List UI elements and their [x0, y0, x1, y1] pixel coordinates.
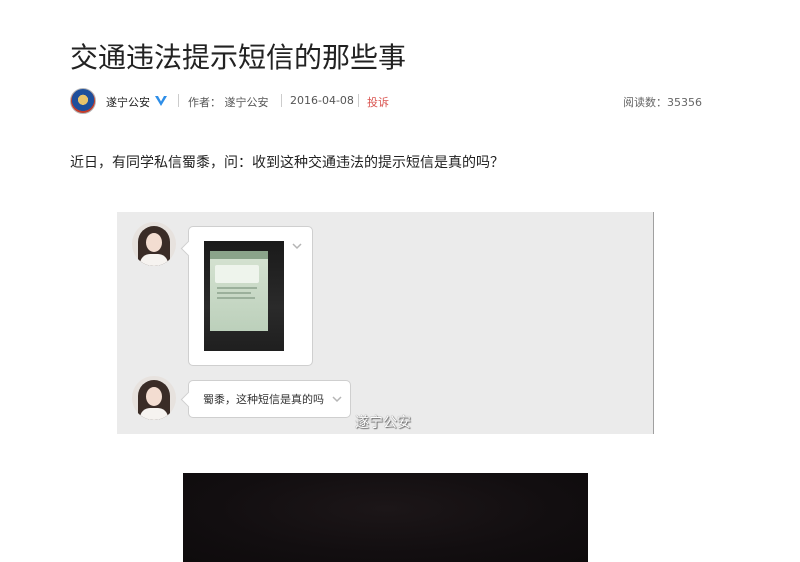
complain-link[interactable]: 投诉: [367, 94, 389, 110]
divider: [178, 94, 179, 107]
chevron-down-icon[interactable]: [292, 241, 302, 251]
image-message-bubble[interactable]: [180, 226, 313, 366]
avatar: [132, 222, 176, 266]
message-text: 蜀黍，这种短信是真的吗: [203, 393, 324, 406]
text-message-bubble[interactable]: 蜀黍，这种短信是真的吗: [180, 380, 351, 418]
article-intro: 近日，有同学私信蜀黍，问：收到这种交通违法的提示短信是真的吗？: [70, 155, 504, 171]
photo-thumbnail[interactable]: [204, 241, 284, 351]
verified-badge-icon: [155, 96, 167, 106]
publish-date: 2016-04-08: [290, 94, 354, 107]
divider: [281, 94, 282, 107]
view-count: 阅读数：35356: [623, 96, 702, 109]
article-meta: 遂宁公安 作者： 遂宁公安 2016-04-08 投诉 阅读数：35356: [70, 88, 702, 116]
article-image: [183, 473, 588, 562]
author-logo[interactable]: [70, 88, 96, 114]
phone-screen-image: [210, 251, 268, 331]
divider: [358, 94, 359, 107]
article-title: 交通违法提示短信的那些事: [70, 41, 407, 74]
watermark-text: 遂宁公安: [355, 415, 411, 431]
chat-screenshot: 蜀黍，这种短信是真的吗 遂宁公安: [117, 212, 654, 434]
byline: 作者： 遂宁公安: [188, 96, 269, 109]
avatar: [132, 376, 176, 420]
author-name-link[interactable]: 遂宁公安: [106, 94, 150, 110]
chevron-down-icon[interactable]: [332, 394, 342, 404]
